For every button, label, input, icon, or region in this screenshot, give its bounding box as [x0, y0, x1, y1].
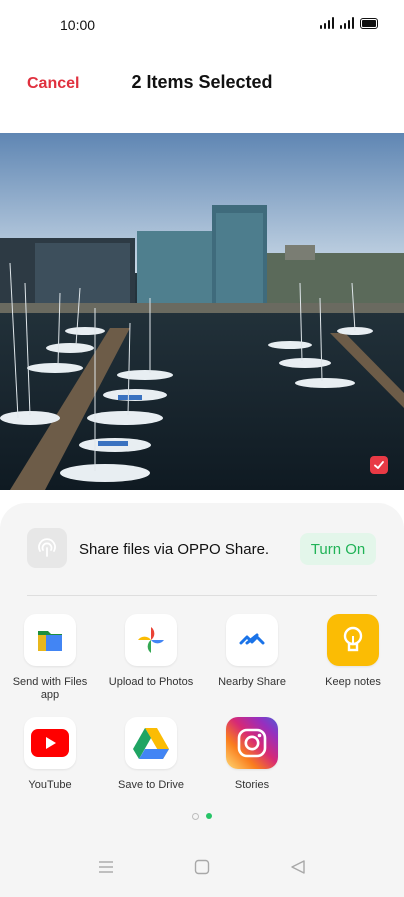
app-label: Keep notes — [325, 676, 381, 688]
share-target-youtube[interactable]: YouTube — [5, 717, 95, 792]
google-photos-icon — [125, 614, 177, 666]
battery-icon — [360, 18, 378, 29]
signal-icon — [320, 17, 334, 29]
turn-on-button[interactable]: Turn On — [300, 533, 376, 565]
harbor-photo-image — [0, 133, 404, 490]
share-target-photos[interactable]: Upload to Photos — [106, 614, 196, 689]
instagram-icon — [226, 717, 278, 769]
share-target-nearby[interactable]: Nearby Share — [207, 614, 297, 689]
selected-checkbox[interactable] — [370, 456, 388, 474]
page-title: 2 Items Selected — [131, 72, 273, 92]
app-label: Upload to Photos — [108, 676, 194, 688]
app-label: YouTube — [28, 779, 72, 791]
share-target-drive[interactable]: Save to Drive — [106, 717, 196, 792]
selected-photo[interactable] — [0, 133, 404, 490]
share-target-files[interactable]: Send with Files app — [5, 614, 95, 702]
files-app-icon — [24, 614, 76, 666]
home-icon[interactable] — [194, 859, 210, 880]
page-indicator — [0, 813, 404, 820]
navigation-bar — [0, 842, 404, 897]
oppo-share-text: Share files via OPPO Share. — [79, 541, 270, 558]
menu-icon[interactable] — [98, 860, 114, 879]
share-target-stories[interactable]: Stories — [207, 717, 297, 792]
status-time: 10:00 — [60, 17, 96, 33]
status-bar: 10:00 — [0, 0, 404, 50]
nearby-share-icon — [226, 614, 278, 666]
app-label: Save to Drive — [117, 779, 185, 791]
check-icon — [374, 461, 384, 469]
page-dot-active[interactable] — [206, 813, 212, 819]
app-label: Stories — [234, 779, 270, 791]
keep-notes-icon — [327, 614, 379, 666]
divider — [27, 595, 377, 596]
google-drive-icon — [125, 717, 177, 769]
youtube-icon — [24, 717, 76, 769]
top-bar: Cancel 2 Items Selected — [0, 50, 404, 116]
back-icon[interactable] — [290, 859, 306, 880]
share-target-keep[interactable]: Keep notes — [308, 614, 398, 689]
page-dot[interactable] — [192, 813, 199, 820]
oppo-share-icon — [27, 528, 67, 568]
share-sheet: Share files via OPPO Share. Turn On Send… — [0, 503, 404, 897]
status-icons — [320, 17, 378, 29]
app-label: Nearby Share — [218, 676, 286, 688]
app-label: Send with Files app — [12, 676, 88, 701]
signal-icon — [340, 17, 354, 29]
